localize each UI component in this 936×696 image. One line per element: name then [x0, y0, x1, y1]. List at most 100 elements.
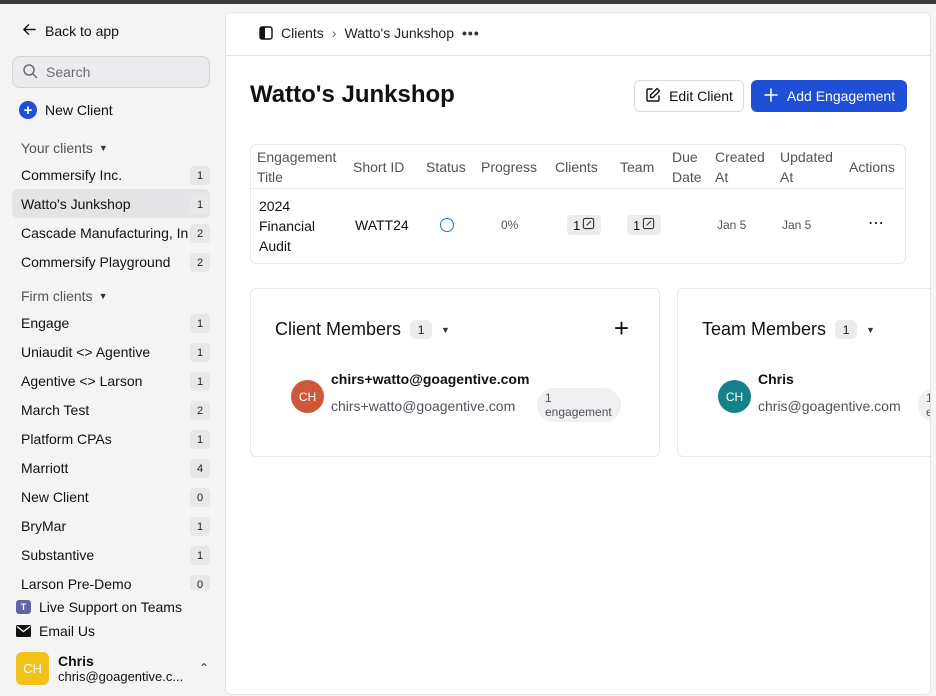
user-menu[interactable]: CH Chris chris@goagentive.c... ⌃ — [16, 651, 210, 685]
new-client-button[interactable]: + New Client — [19, 101, 113, 119]
team-members-card: Team Members 1 ▼ CH Chris chris@goagenti… — [677, 288, 930, 457]
app-window: Back to app Search + New Client Your cli… — [0, 4, 936, 696]
chevron-right-icon: › — [331, 25, 337, 41]
client-name: Substantive — [21, 546, 95, 563]
more-options-icon[interactable]: ••• — [462, 25, 480, 41]
column-header[interactable]: Clients — [555, 145, 598, 189]
updated-at: Jan 5 — [782, 218, 812, 232]
column-header[interactable]: Short ID — [353, 145, 404, 189]
client-count-badge: 1 — [190, 372, 210, 391]
client-count-badge: 0 — [190, 575, 210, 590]
clients-chip[interactable]: 1 — [567, 215, 602, 235]
your-clients-list: Commersify Inc. 1 Watto's Junkshop 1 Cas… — [12, 160, 210, 276]
column-header[interactable]: Engagement Title — [257, 145, 347, 189]
client-item[interactable]: New Client 0 — [12, 482, 210, 511]
sidebar-toggle-icon[interactable] — [259, 26, 273, 40]
member-email: chirs+watto@goagentive.com — [331, 398, 516, 414]
live-support-link[interactable]: T Live Support on Teams — [16, 599, 206, 615]
client-item[interactable]: March Test 2 — [12, 395, 210, 424]
client-name: New Client — [21, 488, 89, 505]
engagement-title[interactable]: 2024 Financial Audit — [259, 196, 339, 256]
client-count-badge: 2 — [190, 253, 210, 272]
client-count-badge: 4 — [190, 459, 210, 478]
team-chip[interactable]: 1 — [627, 215, 662, 235]
column-header[interactable]: Actions — [849, 145, 895, 189]
client-name: Commersify Inc. — [21, 166, 123, 183]
back-to-app-link[interactable]: Back to app — [22, 22, 119, 40]
member-avatar: CH — [718, 380, 751, 413]
email-us-link[interactable]: Email Us — [16, 623, 206, 639]
column-header[interactable]: Status — [426, 145, 466, 189]
add-client-member-button[interactable]: + — [614, 315, 629, 341]
firm-clients-list: Engage 1 Uniaudit <> Agentive 1 Agentive <… — [12, 308, 210, 590]
column-header[interactable]: Updated At — [780, 145, 842, 189]
client-name: Larson Pre-Demo — [21, 575, 132, 591]
firm-clients-toggle[interactable]: Firm clients ▼ — [21, 288, 107, 304]
user-avatar: CH — [16, 651, 49, 685]
main-panel: Clients › Watto's Junkshop ••• Watto's J… — [225, 12, 931, 695]
client-count-badge: 0 — [190, 488, 210, 507]
client-item[interactable]: BryMar 1 — [12, 511, 210, 540]
email-us-label: Email Us — [39, 623, 96, 639]
caret-down-icon: ▼ — [98, 143, 108, 153]
breadcrumb-clients[interactable]: Clients — [281, 25, 324, 41]
edit-icon — [642, 217, 655, 233]
progress-value: 0% — [501, 218, 519, 232]
client-count-badge: 1 — [190, 517, 210, 536]
row-actions-icon[interactable]: ⋯ — [868, 213, 884, 233]
team-members-header[interactable]: Team Members 1 ▼ — [702, 319, 875, 340]
column-header[interactable]: Created At — [715, 145, 775, 189]
client-name: Uniaudit <> Agentive — [21, 343, 151, 360]
client-item[interactable]: Uniaudit <> Agentive 1 — [12, 337, 210, 366]
column-header[interactable]: Progress — [481, 145, 537, 189]
new-client-label: New Client — [45, 102, 113, 118]
client-members-title: Client Members — [275, 319, 402, 339]
client-count-badge: 2 — [190, 401, 210, 420]
client-count-badge: 1 — [190, 314, 210, 333]
client-item[interactable]: Commersify Playground 2 — [12, 247, 210, 276]
client-item[interactable]: Agentive <> Larson 1 — [12, 366, 210, 395]
column-header[interactable]: Team — [620, 145, 654, 189]
client-members-header[interactable]: Client Members 1 ▼ — [275, 319, 450, 340]
created-at: Jan 5 — [717, 218, 747, 232]
client-item[interactable]: Cascade Manufacturing, Inc. 2 — [12, 218, 210, 247]
user-name: Chris — [58, 652, 94, 669]
member-email: chris@goagentive.com — [758, 398, 901, 414]
add-engagement-button[interactable]: Add Engagement — [751, 80, 907, 112]
client-item[interactable]: Larson Pre-Demo 0 — [12, 569, 210, 590]
client-item-active[interactable]: Watto's Junkshop 1 — [12, 189, 210, 218]
client-count-badge: 1 — [190, 430, 210, 449]
client-item[interactable]: Platform CPAs 1 — [12, 424, 210, 453]
client-item[interactable]: Engage 1 — [12, 308, 210, 337]
mail-icon — [16, 625, 31, 637]
edit-icon — [645, 87, 661, 106]
client-count-badge: 2 — [190, 224, 210, 243]
client-item[interactable]: Substantive 1 — [12, 540, 210, 569]
search-input[interactable]: Search — [12, 56, 210, 88]
arrow-left-icon — [22, 22, 37, 40]
client-item[interactable]: Commersify Inc. 1 — [12, 160, 210, 189]
member-name: Chris — [758, 371, 794, 387]
column-header[interactable]: Due Date — [672, 145, 708, 189]
live-support-label: Live Support on Teams — [39, 599, 182, 615]
client-count-badge: 1 — [190, 166, 210, 185]
breadcrumb-current: Watto's Junkshop — [344, 25, 455, 41]
edit-client-button[interactable]: Edit Client — [634, 80, 744, 112]
chevron-up-down-icon: ⌃ — [199, 661, 210, 675]
clients-count: 1 — [573, 217, 581, 233]
client-count-badge: 1 — [190, 195, 210, 214]
your-clients-toggle[interactable]: Your clients ▼ — [21, 140, 108, 156]
client-item[interactable]: Marriott 4 — [12, 453, 210, 482]
your-clients-label: Your clients — [21, 140, 93, 156]
teams-icon: T — [16, 600, 31, 614]
user-email: chris@goagentive.c... — [58, 668, 184, 684]
sidebar: Back to app Search + New Client Your cli… — [0, 4, 222, 696]
back-label: Back to app — [45, 23, 119, 39]
status-circle-icon — [440, 218, 454, 232]
breadcrumb: Clients › Watto's Junkshop ••• — [259, 25, 480, 41]
client-name: Platform CPAs — [21, 430, 112, 447]
search-icon — [22, 63, 38, 82]
engagement-count-badge: 1 engagement — [918, 388, 930, 422]
client-name: Commersify Playground — [21, 253, 171, 270]
client-name: Cascade Manufacturing, Inc. — [21, 224, 189, 241]
